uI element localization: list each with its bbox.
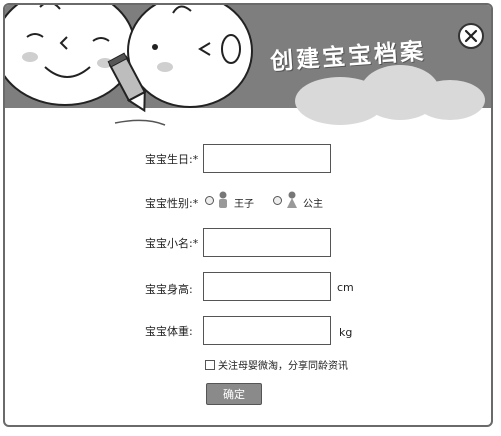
nickname-label-text: 宝宝小名: — [145, 237, 193, 250]
dialog-header: 创建宝宝档案 — [5, 5, 491, 126]
required-marker: * — [192, 197, 199, 210]
nickname-label: 宝宝小名:* — [145, 235, 198, 251]
required-marker: * — [192, 153, 199, 166]
required-marker: * — [192, 237, 199, 250]
nickname-input[interactable] — [203, 228, 331, 257]
gender-label: 宝宝性别:* — [145, 195, 198, 211]
birthday-input[interactable] — [203, 144, 331, 173]
follow-checkbox[interactable] — [205, 360, 215, 370]
cloud-decoration — [415, 80, 485, 120]
close-icon — [464, 29, 478, 43]
gender-option-prince-label: 王子 — [234, 199, 254, 210]
birthday-label: 宝宝生日:* — [145, 151, 198, 167]
cartoon-babies-illustration — [5, 5, 253, 126]
confirm-button[interactable]: 确定 — [206, 383, 262, 405]
height-label: 宝宝身高: — [145, 283, 193, 296]
height-input[interactable] — [203, 272, 331, 301]
create-baby-profile-dialog: 创建宝宝档案 宝宝生日:* 宝宝性别:* 王子 公主 宝宝小名:* 宝宝身高: … — [3, 3, 493, 427]
prince-icon — [219, 191, 227, 208]
gender-option-princess-label: 公主 — [303, 199, 323, 210]
weight-input[interactable] — [203, 316, 331, 345]
follow-checkbox-label: 关注母婴微淘，分享同龄资讯 — [218, 361, 348, 372]
gender-radio-prince[interactable] — [205, 196, 214, 205]
weight-label: 宝宝体重: — [145, 325, 193, 338]
birthday-label-text: 宝宝生日: — [145, 153, 193, 166]
close-button[interactable] — [458, 23, 484, 49]
gender-label-text: 宝宝性别: — [145, 197, 193, 210]
height-unit: cm — [337, 281, 354, 294]
weight-unit: kg — [339, 326, 353, 339]
gender-radio-princess[interactable] — [273, 196, 282, 205]
princess-icon — [287, 191, 297, 208]
